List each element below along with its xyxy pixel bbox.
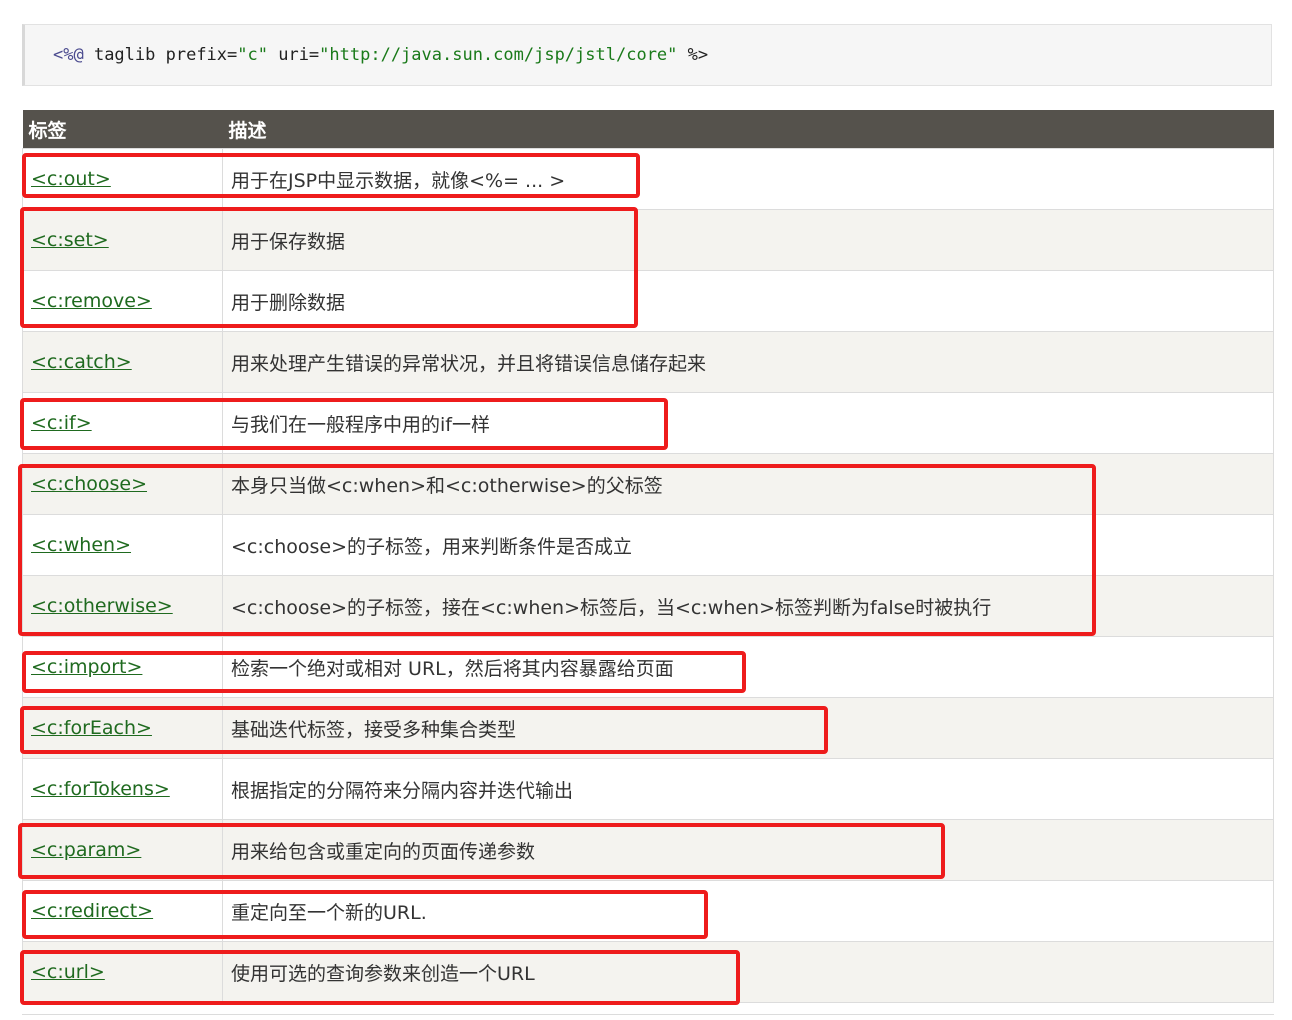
table-row: <c:otherwise> <c:choose>的子标签，接在<c:when>标… — [22, 575, 1274, 637]
table-row: <c:if> 与我们在一般程序中用的if一样 — [22, 392, 1274, 454]
table-row: <c:set> 用于保存数据 — [22, 209, 1274, 271]
tag-description: 与我们在一般程序中用的if一样 — [222, 392, 1274, 454]
tag-link-import[interactable]: <c:import> — [31, 656, 142, 678]
tag-link-set[interactable]: <c:set> — [31, 229, 109, 251]
tag-link-remove[interactable]: <c:remove> — [31, 290, 152, 312]
tag-link-foreach[interactable]: <c:forEach> — [31, 717, 152, 739]
taglib-directive: <%@ taglib prefix="c" uri="http://java.s… — [53, 45, 708, 65]
code-val-uri: "http://java.sun.com/jsp/jstl/core" — [319, 45, 678, 65]
code-val-prefix: "c" — [237, 45, 268, 65]
table-row: <c:redirect> 重定向至一个新的URL. — [22, 880, 1274, 942]
table-row: <c:url> 使用可选的查询参数来创造一个URL — [22, 941, 1274, 1003]
tag-description: 用来处理产生错误的异常状况，并且将错误信息储存起来 — [222, 331, 1274, 393]
tag-link-if[interactable]: <c:if> — [31, 412, 92, 434]
code-block: <%@ taglib prefix="c" uri="http://java.s… — [22, 24, 1272, 86]
code-open: <%@ — [53, 45, 84, 65]
code-directive: taglib — [83, 45, 166, 65]
tag-description: 用于在JSP中显示数据，就像<%= ... > — [222, 148, 1274, 210]
tag-description: 用来给包含或重定向的页面传递参数 — [222, 819, 1274, 881]
tag-link-fortokens[interactable]: <c:forTokens> — [31, 778, 170, 800]
table-row: <c:forEach> 基础迭代标签，接受多种集合类型 — [22, 697, 1274, 759]
tag-link-out[interactable]: <c:out> — [31, 168, 111, 190]
tag-description: 使用可选的查询参数来创造一个URL — [222, 941, 1274, 1003]
table-row: <c:choose> 本身只当做<c:when>和<c:otherwise>的父… — [22, 453, 1274, 515]
tag-link-redirect[interactable]: <c:redirect> — [31, 900, 153, 922]
tag-description: 重定向至一个新的URL. — [222, 880, 1274, 942]
tag-link-choose[interactable]: <c:choose> — [31, 473, 147, 495]
tag-link-otherwise[interactable]: <c:otherwise> — [31, 595, 173, 617]
tag-link-when[interactable]: <c:when> — [31, 534, 131, 556]
tag-description: 根据指定的分隔符来分隔内容并迭代输出 — [222, 758, 1274, 820]
table-row: <c:forTokens> 根据指定的分隔符来分隔内容并迭代输出 — [22, 758, 1274, 820]
table-bottom-border — [22, 1014, 1274, 1015]
tag-link-param[interactable]: <c:param> — [31, 839, 141, 861]
tag-description: 用于保存数据 — [222, 209, 1274, 271]
table-row: <c:param> 用来给包含或重定向的页面传递参数 — [22, 819, 1274, 881]
table-row: <c:catch> 用来处理产生错误的异常状况，并且将错误信息储存起来 — [22, 331, 1274, 393]
table-header-row: 标签 描述 — [22, 110, 1274, 149]
tag-description: <c:choose>的子标签，用来判断条件是否成立 — [222, 514, 1274, 576]
tag-description: 本身只当做<c:when>和<c:otherwise>的父标签 — [222, 453, 1274, 515]
header-desc: 描述 — [222, 110, 1274, 149]
tag-description: 检索一个绝对或相对 URL，然后将其内容暴露给页面 — [222, 636, 1274, 698]
table-row: <c:out> 用于在JSP中显示数据，就像<%= ... > — [22, 148, 1274, 210]
code-attr-uri: uri= — [267, 45, 320, 65]
code-attr-prefix: prefix= — [165, 45, 238, 65]
table-row: <c:import> 检索一个绝对或相对 URL，然后将其内容暴露给页面 — [22, 636, 1274, 698]
jstl-core-tags-table: 标签 描述 <c:out> 用于在JSP中显示数据，就像<%= ... > <c… — [22, 110, 1274, 1003]
tag-description: 基础迭代标签，接受多种集合类型 — [222, 697, 1274, 759]
header-tag: 标签 — [22, 110, 223, 149]
tag-link-catch[interactable]: <c:catch> — [31, 351, 132, 373]
tag-description: <c:choose>的子标签，接在<c:when>标签后，当<c:when>标签… — [222, 575, 1274, 637]
table-row: <c:remove> 用于删除数据 — [22, 270, 1274, 332]
table-row: <c:when> <c:choose>的子标签，用来判断条件是否成立 — [22, 514, 1274, 576]
tag-link-url[interactable]: <c:url> — [31, 961, 105, 983]
tag-description: 用于删除数据 — [222, 270, 1274, 332]
code-close: %> — [677, 45, 709, 65]
